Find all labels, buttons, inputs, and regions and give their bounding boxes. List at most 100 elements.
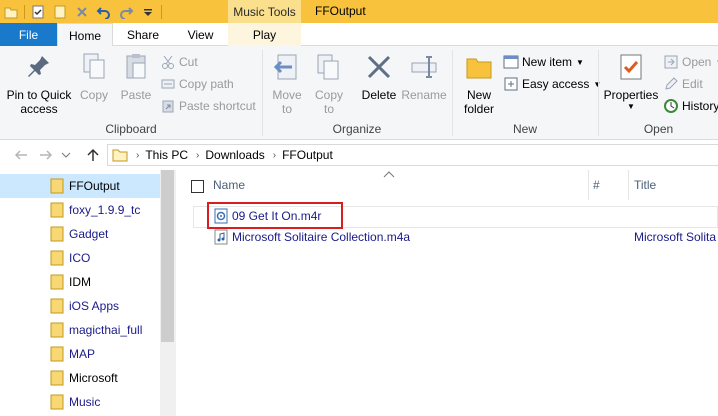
history-label: History	[682, 99, 718, 113]
copy-button[interactable]: Copy	[76, 50, 112, 102]
column-header-number-label: #	[593, 178, 600, 192]
nav-item-idm[interactable]: IDM	[0, 270, 160, 294]
nav-item-ios-apps[interactable]: iOS Apps	[0, 294, 160, 318]
paste-shortcut-icon	[160, 98, 176, 114]
properties-icon	[613, 50, 649, 84]
tab-home[interactable]: Home	[57, 23, 113, 47]
edit-button[interactable]: Edit	[663, 74, 703, 94]
select-all-checkbox[interactable]	[191, 180, 204, 193]
recent-locations-button[interactable]	[60, 146, 72, 164]
rename-button[interactable]: Rename	[401, 50, 447, 102]
undo-icon[interactable]	[93, 0, 115, 23]
folder-icon	[50, 226, 64, 245]
new-item-icon	[503, 54, 519, 70]
tab-view[interactable]: View	[173, 23, 228, 46]
toolbar-divider	[24, 4, 25, 19]
tab-file[interactable]: File	[0, 23, 57, 46]
copy-to-button[interactable]: Copy to	[311, 50, 347, 116]
open-button[interactable]: Open ▼	[663, 52, 718, 72]
folder-icon	[50, 202, 64, 221]
folder-icon	[50, 394, 64, 413]
up-button[interactable]	[84, 146, 102, 164]
redo-icon[interactable]	[115, 0, 137, 23]
ribbon: Pin to Quick access Copy Paste Cut Copy …	[0, 46, 718, 140]
new-item-button[interactable]: New item ▼	[503, 52, 584, 72]
delete-x-icon[interactable]	[71, 0, 93, 23]
copy-to-label-line2: to	[323, 102, 334, 116]
forward-button[interactable]	[37, 146, 55, 164]
breadcrumb-ffoutput[interactable]: FFOutput	[282, 148, 333, 162]
new-group-label: New	[512, 122, 537, 136]
nav-item-foxy[interactable]: foxy_1.9.9_tc	[0, 198, 160, 222]
folder-icon	[50, 322, 64, 341]
nav-item-map[interactable]: MAP	[0, 342, 160, 366]
nav-pane-scrollbar[interactable]	[160, 170, 175, 416]
folder-icon	[50, 370, 64, 389]
highlight-box	[207, 202, 343, 229]
paste-shortcut-button[interactable]: Paste shortcut	[160, 96, 256, 116]
pin-to-quick-access-button[interactable]: Pin to Quick access	[6, 50, 72, 116]
organize-group: Move to Copy to Delete Rename Organize	[263, 46, 451, 140]
move-to-icon	[269, 50, 305, 84]
back-button[interactable]	[12, 146, 30, 164]
new-item-dropdown-icon: ▼	[576, 57, 584, 67]
back-arrow-icon	[14, 150, 27, 160]
cut-button[interactable]: Cut	[160, 52, 198, 72]
move-to-button[interactable]: Move to	[269, 50, 305, 116]
checkmark-properties-icon[interactable]	[27, 0, 49, 23]
new-folder-icon[interactable]	[49, 0, 71, 23]
column-header-name[interactable]: Name	[213, 170, 587, 200]
breadcrumb-downloads[interactable]: Downloads	[205, 148, 264, 162]
nav-item-magicthai[interactable]: magicthai_full	[0, 318, 160, 342]
column-header-title[interactable]: Title	[634, 170, 718, 200]
open-label: Open	[682, 55, 712, 69]
copy-label: Copy	[79, 88, 108, 102]
dropdown-arrow-icon[interactable]	[137, 0, 159, 23]
new-item-label: New item	[522, 55, 573, 69]
nav-item-label: foxy_1.9.9_tc	[69, 203, 141, 217]
nav-item-label: ICO	[69, 251, 91, 265]
history-button[interactable]: History	[663, 96, 718, 116]
copy-path-button[interactable]: Copy path	[160, 74, 234, 94]
folder-icon[interactable]	[0, 0, 22, 23]
easy-access-button[interactable]: Easy access ▼	[503, 74, 601, 94]
address-folder-icon	[112, 148, 128, 162]
column-header-name-label: Name	[213, 178, 246, 192]
breadcrumb-separator[interactable]: ›	[196, 150, 199, 161]
paste-button[interactable]: Paste	[117, 50, 155, 102]
rename-label: Rename	[401, 88, 447, 102]
nav-item-gadget[interactable]: Gadget	[0, 222, 160, 246]
nav-item-microsoft[interactable]: Microsoft	[0, 366, 160, 390]
open-group: Properties ▼ Open ▼ Edit History Open	[599, 46, 718, 140]
nav-item-music[interactable]: Music	[0, 390, 160, 414]
scrollbar-thumb[interactable]	[161, 170, 174, 342]
address-bar[interactable]: › This PC › Downloads › FFOutput	[107, 144, 718, 166]
copy-icon	[76, 50, 112, 84]
column-divider[interactable]	[588, 170, 589, 200]
breadcrumb-separator[interactable]: ›	[273, 150, 276, 161]
easy-access-label: Easy access	[522, 77, 590, 91]
breadcrumb-this-pc[interactable]: This PC	[145, 148, 188, 162]
new-folder-button[interactable]: New folder	[459, 50, 499, 116]
file-row[interactable]: Microsoft Solitaire Collection.m4a Micro…	[213, 226, 716, 248]
address-row: › This PC › Downloads › FFOutput	[0, 140, 718, 170]
tab-share[interactable]: Share	[113, 23, 173, 46]
folder-icon	[50, 298, 64, 317]
properties-label: Properties	[603, 88, 659, 102]
organize-group-label: Organize	[332, 122, 382, 136]
new-group: New folder New item ▼ Easy access ▼ New	[453, 46, 601, 140]
music-file-icon	[213, 229, 229, 245]
folder-icon	[50, 274, 64, 293]
column-divider[interactable]	[628, 170, 629, 200]
nav-item-ico[interactable]: ICO	[0, 246, 160, 270]
delete-button[interactable]: Delete	[359, 50, 399, 102]
properties-button[interactable]: Properties ▼	[601, 50, 661, 112]
nav-item-label: magicthai_full	[69, 323, 143, 337]
forward-arrow-icon	[40, 150, 53, 160]
tab-play[interactable]: Play	[228, 23, 301, 46]
nav-item-ffoutput[interactable]: FFOutput	[0, 174, 160, 198]
context-tab-header: Music Tools	[228, 0, 301, 23]
nav-item-label: IDM	[69, 275, 91, 289]
copy-path-label: Copy path	[179, 77, 234, 91]
column-header-number[interactable]: #	[593, 170, 625, 200]
